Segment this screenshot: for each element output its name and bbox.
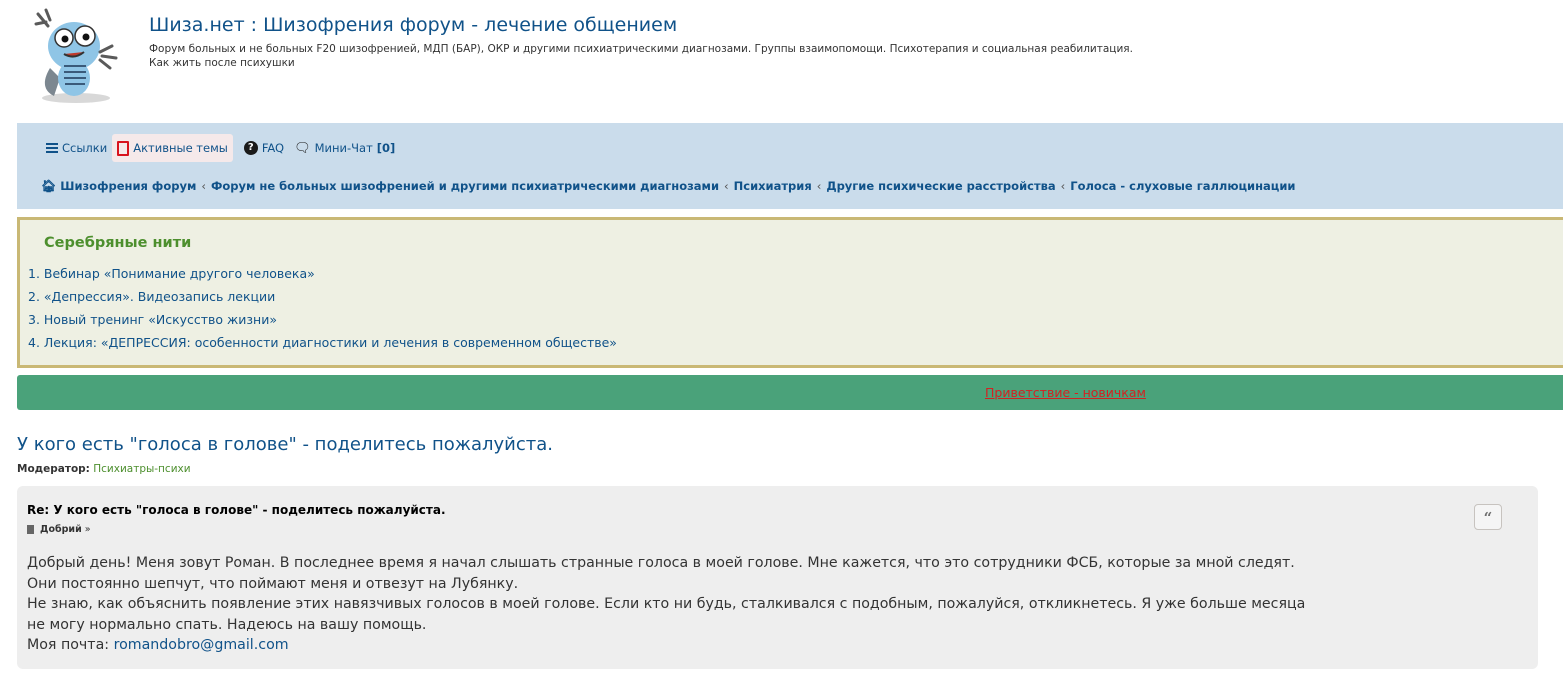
chevron-left-icon: ‹ <box>201 179 206 193</box>
nav-active-topics[interactable]: Активные темы <box>112 134 233 162</box>
post-body-line: Добрый день! Меня зовут Роман. В последн… <box>27 555 1295 571</box>
chevron-left-icon: ‹ <box>724 179 729 193</box>
quote-icon: “ <box>1483 509 1493 527</box>
nav-faq[interactable]: ? FAQ <box>239 134 289 162</box>
post-email-label: Моя почта: <box>27 637 110 653</box>
site-title[interactable]: Шиза.нет : Шизофрения форум - лечение об… <box>149 14 677 36</box>
post-body-line: Не знаю, как объяснить появление этих на… <box>27 596 1306 612</box>
nav-active-topics-label: Активные темы <box>133 141 228 155</box>
moderator-label: Модератор: <box>17 463 90 475</box>
bars-icon <box>46 143 58 153</box>
list-item[interactable]: 2. «Депрессия». Видеозапись лекции <box>28 285 617 308</box>
file-icon <box>27 525 34 534</box>
chevron-left-icon: ‹ <box>816 179 822 193</box>
silver-threads-panel: Серебряные нити 1. Вебинар «Понимание др… <box>17 217 1563 368</box>
welcome-newcomers-link[interactable]: Приветствие - новичкам <box>985 385 1146 400</box>
list-item[interactable]: 1. Вебинар «Понимание другого человека» <box>28 262 617 285</box>
nav-faq-label: FAQ <box>261 141 285 155</box>
post-author-line: Добрий » <box>27 524 91 535</box>
site-description-line-1: Форум больных и не больных F20 шизофрени… <box>149 43 1133 55</box>
site-description: Форум больных и не больных F20 шизофрени… <box>149 42 1449 70</box>
post-title[interactable]: Re: У кого есть "голоса в голове" - поде… <box>27 503 446 517</box>
chevron-left-icon: ‹ <box>1060 179 1066 193</box>
post-author[interactable]: Добрий <box>40 524 82 535</box>
nav-links: Ссылки Активные темы ? FAQ 🗨 Мини-Чат [0… <box>41 134 400 162</box>
nav-links-menu[interactable]: Ссылки <box>41 134 112 162</box>
silver-threads-list: 1. Вебинар «Понимание другого человека» … <box>28 262 617 354</box>
question-circle-icon: ? <box>243 141 258 155</box>
breadcrumb-item-psychiatry[interactable]: Психиатрия <box>734 179 812 193</box>
file-icon <box>117 140 130 156</box>
moderator-link[interactable]: Психиатры-психи <box>93 463 190 475</box>
site-description-line-2: Как жить после психушки <box>149 57 295 69</box>
site-header: Шиза.нет : Шизофрения форум - лечение об… <box>0 0 1563 122</box>
comments-icon: 🗨 <box>294 140 311 156</box>
post-email-link[interactable]: romandobro@gmail.com <box>114 637 289 653</box>
welcome-bar: Приветствие - новичкам <box>17 375 1563 410</box>
breadcrumb: 🏠︎ Шизофрения форум ‹ Форум не больных ш… <box>41 179 1295 193</box>
breadcrumb-item-home[interactable]: Шизофрения форум <box>60 179 196 193</box>
post-body: Добрый день! Меня зовут Роман. В последн… <box>27 553 1517 656</box>
nav-links-label: Ссылки <box>62 141 108 155</box>
breadcrumb-item-other-disorders[interactable]: Другие психические расстройства <box>826 179 1055 193</box>
home-icon: 🏠︎ <box>41 179 57 193</box>
site-logo[interactable] <box>30 8 122 104</box>
minichat-count-value: [0] <box>376 141 396 155</box>
nav-minichat-label: Мини-Чат <box>314 141 373 155</box>
list-item[interactable]: 4. Лекция: «ДЕПРЕССИЯ: особенности диагн… <box>28 331 617 354</box>
post-body-line: Они постоянно шепчут, что поймают меня и… <box>27 575 519 592</box>
silver-threads-title: Серебряные нити <box>44 235 192 251</box>
post-body-line: не могу нормально спать. Надеюсь на вашу… <box>27 616 427 633</box>
breadcrumb-item-forum[interactable]: Форум не больных шизофренией и другими п… <box>211 179 719 193</box>
post-email-line: Моя почта: romandobro@gmail.com <box>27 635 1517 656</box>
nav-minichat[interactable]: 🗨 Мини-Чат [0] <box>289 134 400 162</box>
moderator-line: Модератор: Психиатры-психи <box>17 463 191 475</box>
topic-title[interactable]: У кого есть "голоса в голове" - поделите… <box>17 434 553 455</box>
quote-button[interactable]: “ <box>1474 504 1502 530</box>
minichat-count: [0] <box>377 141 396 155</box>
navbar: Ссылки Активные темы ? FAQ 🗨 Мини-Чат [0… <box>17 123 1563 209</box>
post: Re: У кого есть "голоса в голове" - поде… <box>17 486 1538 669</box>
post-author-suffix: » <box>84 524 91 535</box>
list-item[interactable]: 3. Новый тренинг «Искусство жизни» <box>28 308 617 331</box>
breadcrumb-item-voices[interactable]: Голоса - слуховые галлюцинации <box>1070 179 1295 193</box>
